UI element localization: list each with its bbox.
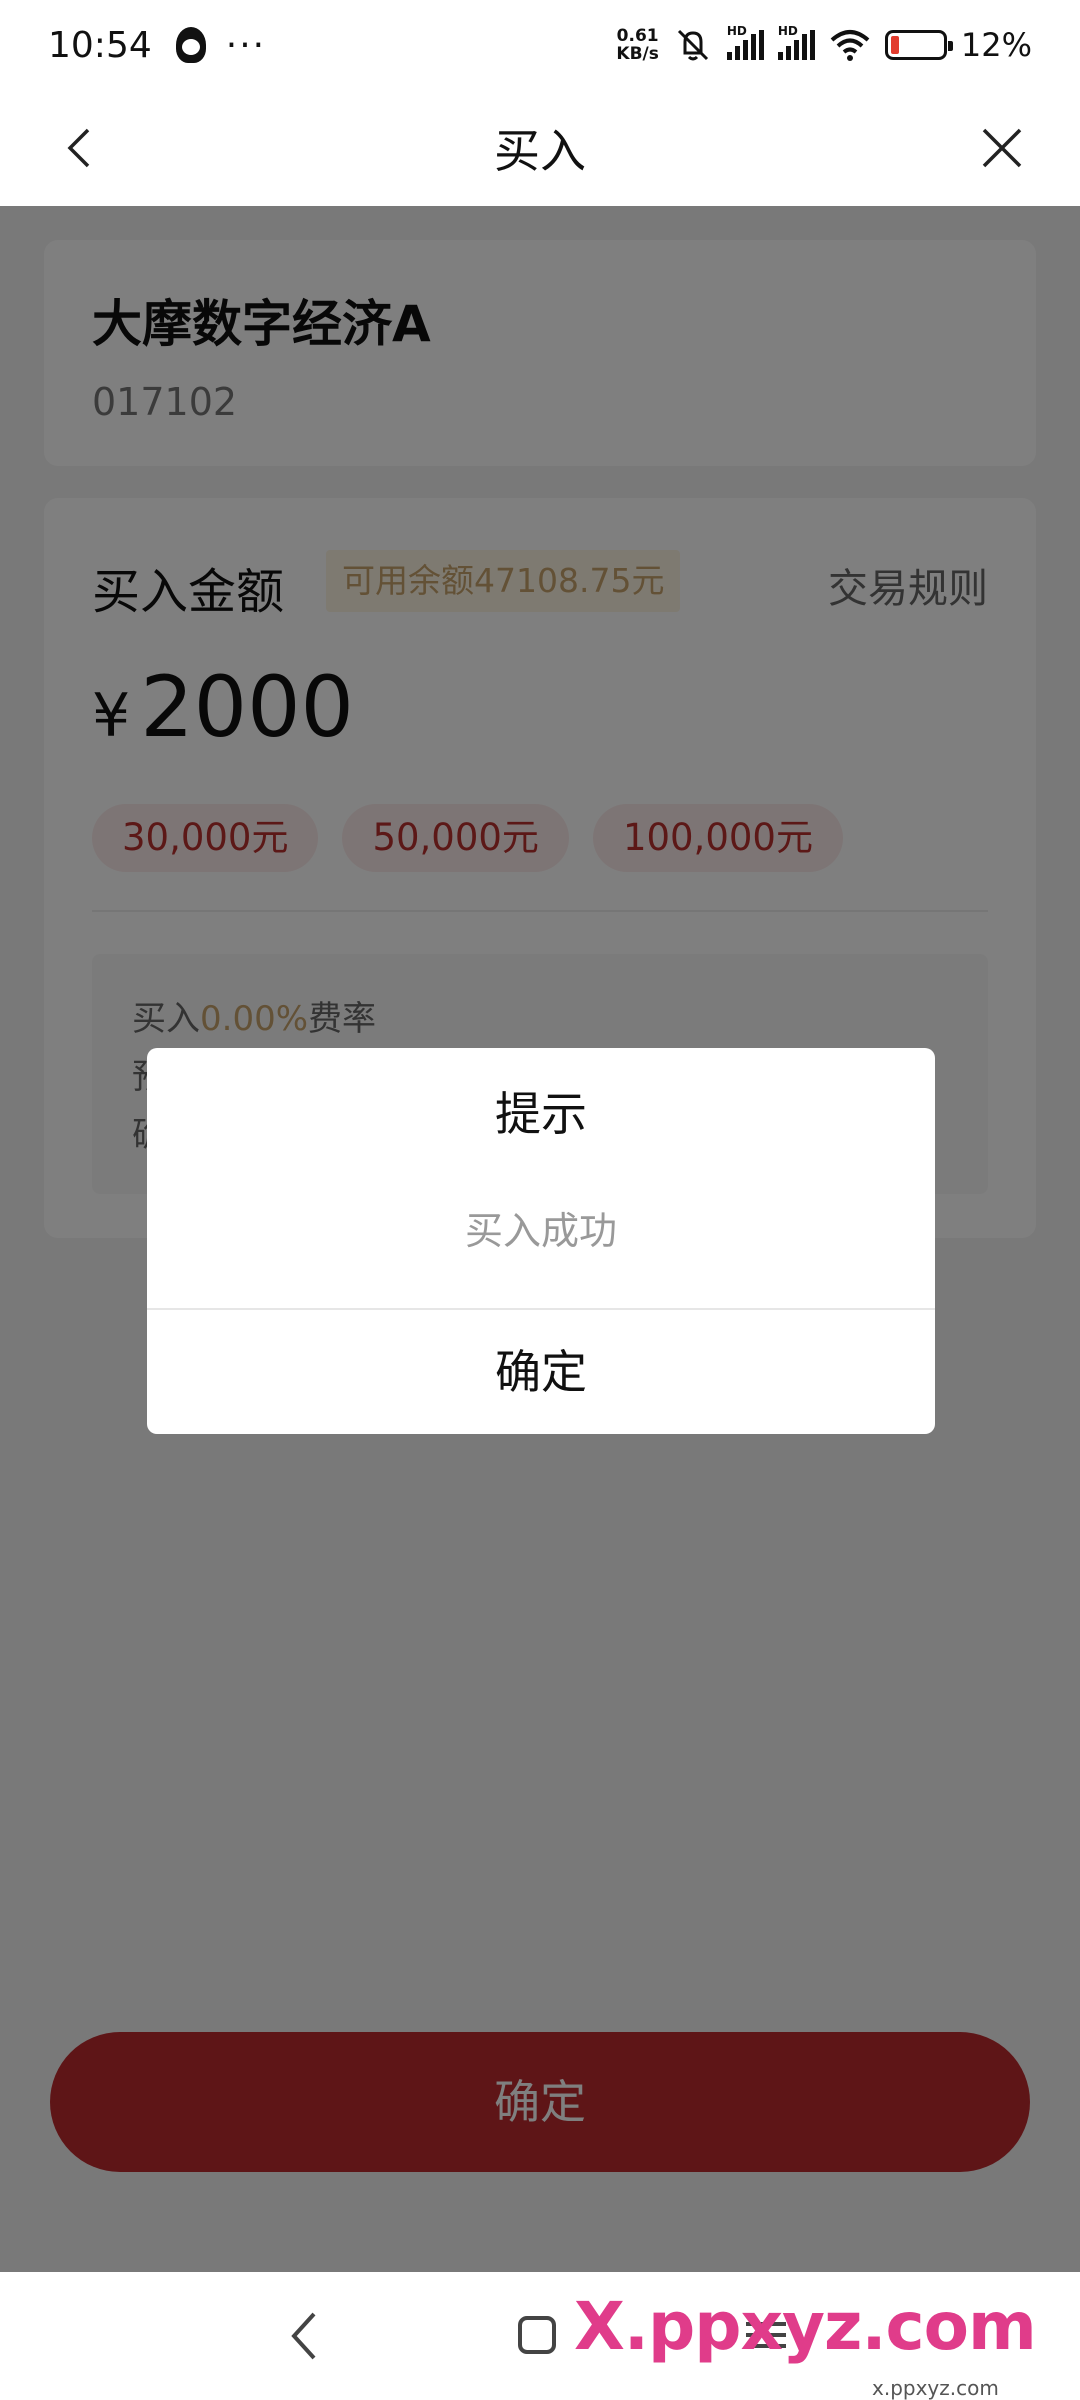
clock: 10:54 — [48, 24, 152, 66]
more-dots-icon: ··· — [225, 24, 267, 66]
alert-dialog: 提示 买入成功 确定 — [147, 1048, 935, 1434]
page-title: 买入 — [494, 124, 586, 178]
hd-label: HD — [726, 24, 747, 38]
status-bar: 10:54 ··· 0.61 KB/s HD HD 12% — [0, 0, 1080, 90]
battery-icon — [884, 30, 953, 60]
network-speed: 0.61 KB/s — [616, 27, 658, 63]
nav-bar: 买入 — [0, 90, 1080, 206]
hd-label: HD — [777, 24, 798, 38]
back-icon[interactable] — [284, 2308, 324, 2364]
qq-icon — [175, 27, 206, 63]
dialog-title: 提示 — [495, 1087, 587, 1141]
network-speed-unit: KB/s — [616, 44, 659, 64]
status-icons: 0.61 KB/s HD HD 12% — [616, 24, 1032, 65]
mute-bell-icon — [677, 29, 708, 61]
home-icon[interactable] — [518, 2316, 556, 2354]
dialog-message: 买入成功 — [464, 1209, 617, 1253]
signal-icon: HD — [726, 24, 764, 60]
back-chevron-icon[interactable] — [58, 126, 102, 170]
dialog-ok-button[interactable]: 确定 — [147, 1310, 935, 1434]
watermark-url: x.ppxyz.com — [872, 2376, 999, 2400]
wifi-icon — [830, 30, 870, 61]
network-speed-value: 0.61 — [616, 26, 659, 46]
close-icon[interactable] — [980, 126, 1024, 170]
battery-percent: 12% — [960, 26, 1032, 64]
signal-icon: HD — [777, 24, 815, 60]
